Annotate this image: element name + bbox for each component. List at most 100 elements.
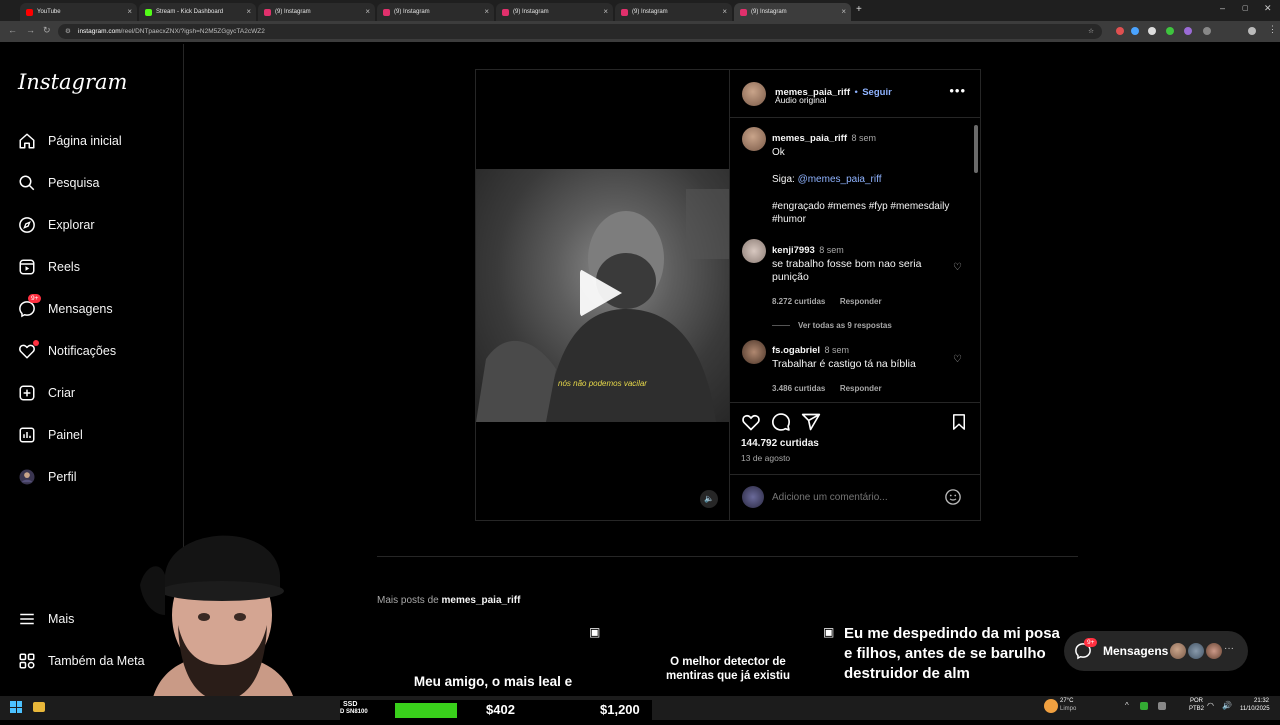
comment-likes[interactable]: 8.272 curtidas (772, 297, 825, 306)
bookmark-icon[interactable] (950, 412, 968, 432)
extension-icon[interactable] (1184, 27, 1192, 35)
tab-title: (9) Instagram (275, 9, 311, 15)
post-thumbnail[interactable]: O melhor detector de mentiras que já exi… (612, 622, 845, 696)
browser-tab[interactable]: YouTube × (20, 3, 137, 21)
sidebar-item-notifications[interactable]: Notificações (18, 340, 116, 360)
avatar-icon (19, 469, 35, 485)
sidebar-item-dashboard[interactable]: Painel (18, 426, 83, 444)
scrollbar-thumb[interactable] (974, 125, 978, 173)
comment-like-icon[interactable]: ♡ (953, 262, 962, 273)
tab-close-icon[interactable]: × (841, 7, 846, 16)
thumbnail-caption: Meu amigo, o mais leal e (413, 674, 573, 689)
volume-tray-icon[interactable]: 🔊 (1222, 701, 1232, 710)
sidebar-item-more[interactable]: Mais (18, 610, 74, 628)
caption-username[interactable]: memes_paia_riff (772, 133, 847, 144)
emoji-icon[interactable] (944, 488, 962, 506)
extension-icon[interactable] (1148, 27, 1156, 35)
url-input[interactable]: ⚙ instagram.com/reel/DNTpaecxZNX/?igsh=N… (58, 24, 1102, 39)
sidebar-item-profile[interactable]: Perfil (18, 468, 76, 486)
more-posts-username[interactable]: memes_paia_riff (441, 595, 520, 606)
like-heart-icon[interactable] (741, 412, 761, 432)
tab-close-icon[interactable]: × (246, 7, 251, 16)
language-indicator[interactable]: POR (1190, 698, 1203, 704)
clock-date[interactable]: 11/10/2025 (1240, 706, 1270, 712)
keyboard-layout[interactable]: PTB2 (1189, 706, 1204, 712)
file-explorer-icon[interactable] (33, 702, 45, 712)
sidebar-item-search[interactable]: Pesquisa (18, 174, 99, 192)
tab-close-icon[interactable]: × (603, 7, 608, 16)
tray-chevron-icon[interactable]: ^ (1125, 701, 1129, 710)
extension-icon[interactable] (1166, 27, 1174, 35)
more-options-icon[interactable]: ••• (949, 83, 966, 98)
hashtags[interactable]: #engraçado #memes #fyp #memesdaily (772, 200, 962, 213)
comment-likes[interactable]: 3.486 curtidas (772, 384, 825, 393)
sidebar-item-home[interactable]: Página inicial (18, 132, 122, 150)
extension-icon[interactable] (1131, 27, 1139, 35)
url-path: /reel/DNTpaecxZNX/?igsh=N2M5ZGgycTA2cWZ2 (120, 28, 265, 35)
hashtags[interactable]: #humor (772, 213, 962, 226)
caption-follow-line: Siga: @memes_paia_riff (772, 173, 962, 186)
post-thumbnail[interactable]: ▣ Meu amigo, o mais leal e (377, 622, 610, 696)
forward-icon[interactable]: → (26, 25, 35, 35)
comment-username[interactable]: fs.ogabriel (772, 345, 820, 356)
section-divider (377, 556, 1078, 557)
windows-start-icon[interactable] (10, 701, 22, 713)
ssd-model: D SN8100 (340, 709, 368, 715)
messages-floating-button[interactable]: 9+ Mensagens ··· (1064, 631, 1248, 671)
browser-tab[interactable]: (9) Instagram × (734, 3, 851, 21)
caption-avatar[interactable] (742, 127, 766, 151)
view-replies-button[interactable]: Ver todas as 9 respostas (798, 321, 892, 330)
sidebar-item-create[interactable]: Criar (18, 384, 75, 402)
reel-video-frame[interactable]: nós não podemos vacilar (476, 169, 729, 422)
maximize-button[interactable]: ▢ (1242, 4, 1249, 12)
comment-input[interactable] (772, 488, 932, 506)
tab-close-icon[interactable]: × (127, 7, 132, 16)
browser-tab[interactable]: (9) Instagram × (615, 3, 732, 21)
wifi-icon[interactable]: ◠ (1207, 701, 1214, 710)
sidebar-item-messages[interactable]: 9+ Mensagens (18, 294, 113, 318)
comment-avatar[interactable] (742, 340, 766, 364)
bookmark-star-icon[interactable]: ☆ (1088, 24, 1094, 39)
tab-close-icon[interactable]: × (722, 7, 727, 16)
share-send-icon[interactable] (801, 412, 821, 432)
browser-tab[interactable]: Stream - Kick Dashboard × (139, 3, 256, 21)
messages-label: Mensagens (1103, 644, 1169, 658)
close-window-button[interactable]: ✕ (1264, 3, 1272, 14)
back-icon[interactable]: ← (8, 25, 17, 35)
browser-tab[interactable]: (9) Instagram × (496, 3, 613, 21)
sidebar-item-explore[interactable]: Explorar (18, 216, 95, 234)
sidebar-item-reels[interactable]: Reels (18, 258, 80, 276)
reload-icon[interactable]: ↻ (43, 25, 51, 36)
play-icon[interactable] (580, 269, 622, 317)
clock-time[interactable]: 21:32 (1254, 698, 1269, 704)
likes-count[interactable]: 144.792 curtidas (741, 438, 819, 449)
reply-button[interactable]: Responder (840, 297, 882, 306)
sidebar-item-also-from-meta[interactable]: Também da Meta (18, 652, 145, 670)
comment-username[interactable]: kenji7993 (772, 245, 815, 256)
post-thumbnail[interactable]: ▣ Eu me despedindo da mi posa e filhos, … (822, 622, 1078, 696)
site-info-icon[interactable]: ⚙ (65, 24, 71, 39)
audio-link[interactable]: Áudio original (775, 95, 827, 105)
follow-button[interactable]: Seguir (862, 87, 892, 98)
extensions-puzzle-icon[interactable] (1203, 27, 1211, 35)
instagram-logo[interactable]: Instagram (18, 70, 127, 94)
browser-tab[interactable]: (9) Instagram × (258, 3, 375, 21)
tab-close-icon[interactable]: × (484, 7, 489, 16)
comment-like-icon[interactable]: ♡ (953, 354, 962, 365)
new-tab-button[interactable]: + (856, 4, 862, 15)
profile-icon[interactable] (1248, 27, 1256, 35)
tray-app-icon[interactable] (1140, 702, 1148, 710)
reel-media[interactable]: nós não podemos vacilar 🔈 (476, 70, 729, 520)
extension-icon[interactable] (1116, 27, 1124, 35)
comment-avatar[interactable] (742, 239, 766, 263)
mention-link[interactable]: @memes_paia_riff (798, 174, 882, 185)
browser-tab[interactable]: (9) Instagram × (377, 3, 494, 21)
tab-close-icon[interactable]: × (365, 7, 370, 16)
volume-icon[interactable]: 🔈 (700, 490, 718, 508)
minimize-button[interactable]: – (1220, 3, 1225, 13)
reply-button[interactable]: Responder (840, 384, 882, 393)
author-avatar[interactable] (742, 82, 766, 106)
comment-bubble-icon[interactable] (771, 412, 791, 432)
tray-app-icon[interactable] (1158, 702, 1166, 710)
menu-kebab-icon[interactable]: ⋮ (1268, 24, 1277, 35)
